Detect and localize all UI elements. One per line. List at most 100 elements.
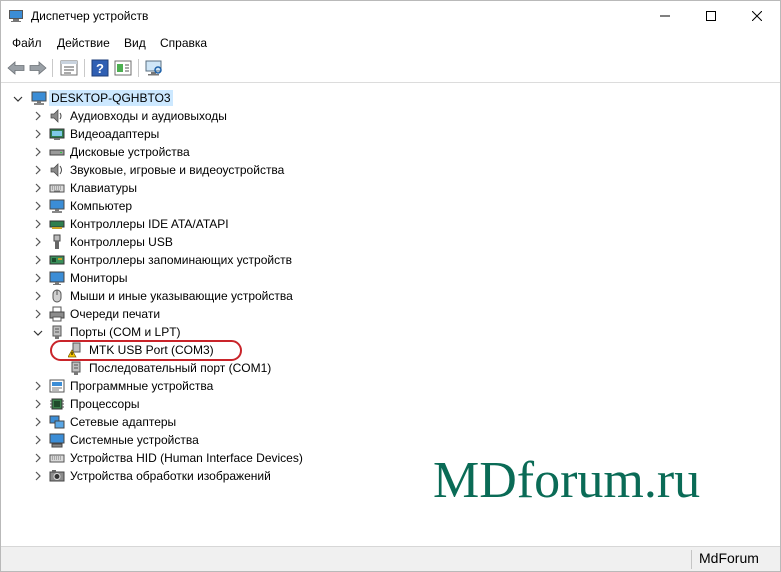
properties-icon[interactable] bbox=[59, 58, 79, 78]
storage-controller-icon bbox=[49, 255, 65, 265]
tree-item-keyboards[interactable]: Клавиатуры bbox=[1, 179, 501, 197]
chevron-right-icon[interactable] bbox=[33, 272, 43, 284]
chevron-right-icon[interactable] bbox=[33, 218, 43, 230]
chevron-right-icon[interactable] bbox=[33, 434, 43, 446]
chevron-right-icon[interactable] bbox=[33, 308, 43, 320]
tree-item-disk-drives[interactable]: Дисковые устройства bbox=[1, 143, 501, 161]
menu-action[interactable]: Действие bbox=[57, 36, 110, 50]
computer-icon bbox=[49, 199, 65, 213]
tree-item-label: Видеоадаптеры bbox=[70, 127, 160, 141]
tree-item-network-adapters[interactable]: Сетевые адаптеры bbox=[1, 413, 501, 431]
tree-item-label: Порты (COM и LPT) bbox=[70, 325, 181, 339]
chevron-right-icon[interactable] bbox=[33, 254, 43, 266]
toolbar-separator bbox=[52, 59, 53, 77]
tree-item-print-queues[interactable]: Очереди печати bbox=[1, 305, 501, 323]
tree-item-imaging-devices[interactable]: Устройства обработки изображений bbox=[1, 467, 501, 485]
tree-item-serial-port[interactable]: Последовательный порт (COM1) bbox=[1, 359, 501, 377]
tree-item-label: Системные устройства bbox=[70, 433, 199, 447]
tree-item-label: Контроллеры запоминающих устройств bbox=[70, 253, 292, 267]
update-driver-icon[interactable] bbox=[113, 58, 133, 78]
display-adapter-icon bbox=[49, 128, 65, 140]
minimize-button[interactable] bbox=[642, 1, 688, 32]
minimize-icon bbox=[660, 15, 670, 17]
scan-hardware-icon[interactable] bbox=[144, 58, 164, 78]
chevron-right-icon[interactable] bbox=[33, 398, 43, 410]
tree-item-label: Контроллеры USB bbox=[70, 235, 173, 249]
tree-item-hid[interactable]: Устройства HID (Human Interface Devices) bbox=[1, 449, 501, 467]
port-icon bbox=[52, 325, 62, 339]
device-manager-app-icon bbox=[9, 10, 23, 22]
tree-item-label: Программные устройства bbox=[70, 379, 214, 393]
tree-item-system-devices[interactable]: Системные устройства bbox=[1, 431, 501, 449]
menu-view[interactable]: Вид bbox=[124, 36, 146, 50]
system-device-icon bbox=[49, 433, 65, 448]
tree-item-computer[interactable]: Компьютер bbox=[1, 197, 501, 215]
tree-item-ide[interactable]: Контроллеры IDE ATA/ATAPI bbox=[1, 215, 501, 233]
tree-item-label: Сетевые адаптеры bbox=[70, 415, 177, 429]
status-separator bbox=[691, 550, 692, 569]
tree-root[interactable]: DESKTOP-QGHBTO3 bbox=[1, 89, 501, 107]
menu-help[interactable]: Справка bbox=[160, 36, 207, 50]
chevron-right-icon[interactable] bbox=[33, 200, 43, 212]
help-icon[interactable]: ? bbox=[90, 58, 110, 78]
tree-item-label: Компьютер bbox=[70, 199, 133, 213]
tree-item-label: Последовательный порт (COM1) bbox=[89, 361, 272, 375]
tree-item-sound[interactable]: Звуковые, игровые и видеоустройства bbox=[1, 161, 501, 179]
monitor-icon bbox=[49, 271, 65, 285]
speaker-icon bbox=[50, 109, 62, 123]
hid-icon bbox=[49, 454, 65, 463]
chevron-right-icon[interactable] bbox=[33, 290, 43, 302]
menu-file[interactable]: Файл bbox=[12, 36, 42, 50]
highlight-annotation bbox=[50, 340, 242, 361]
tree-item-usb[interactable]: Контроллеры USB bbox=[1, 233, 501, 251]
chevron-right-icon[interactable] bbox=[33, 128, 43, 140]
tree-item-ports[interactable]: Порты (COM и LPT) bbox=[1, 323, 501, 341]
tree-item-label: Очереди печати bbox=[70, 307, 161, 321]
forward-icon[interactable] bbox=[28, 58, 48, 78]
network-adapter-icon bbox=[49, 415, 65, 429]
tree-item-label: Дисковые устройства bbox=[70, 145, 190, 159]
device-manager-window: Диспетчер устройств Файл Действие Вид Сп… bbox=[0, 0, 781, 572]
chevron-right-icon[interactable] bbox=[33, 182, 43, 194]
toolbar-separator bbox=[84, 59, 85, 77]
status-bar: MdForum bbox=[1, 546, 780, 571]
tree-item-storage-controllers[interactable]: Контроллеры запоминающих устройств bbox=[1, 251, 501, 269]
chevron-right-icon[interactable] bbox=[33, 452, 43, 464]
tree-item-label: Контроллеры IDE ATA/ATAPI bbox=[70, 217, 229, 231]
menu-bar: Файл Действие Вид Справка bbox=[1, 32, 780, 54]
status-text: MdForum bbox=[699, 550, 759, 566]
tree-item-label: Клавиатуры bbox=[70, 181, 137, 195]
close-button[interactable] bbox=[734, 1, 780, 32]
disk-drive-icon bbox=[49, 149, 65, 156]
tree-item-display-adapters[interactable]: Видеоадаптеры bbox=[1, 125, 501, 143]
tree-item-processors[interactable]: Процессоры bbox=[1, 395, 501, 413]
svg-text:?: ? bbox=[96, 61, 104, 76]
tree-item-monitors[interactable]: Мониторы bbox=[1, 269, 501, 287]
watermark: MDforum.ru bbox=[433, 452, 701, 509]
chevron-right-icon[interactable] bbox=[33, 164, 43, 176]
chevron-down-icon[interactable] bbox=[33, 327, 43, 339]
printer-icon bbox=[49, 306, 65, 322]
tree-item-label: Устройства HID (Human Interface Devices) bbox=[70, 451, 303, 465]
tree-item-mice[interactable]: Мыши и иные указывающие устройства bbox=[1, 287, 501, 305]
maximize-button[interactable] bbox=[688, 1, 734, 32]
back-icon[interactable] bbox=[6, 58, 26, 78]
chevron-right-icon[interactable] bbox=[33, 146, 43, 158]
cpu-icon bbox=[50, 398, 64, 410]
title-bar[interactable]: Диспетчер устройств bbox=[1, 1, 780, 32]
window-title: Диспетчер устройств bbox=[31, 9, 149, 23]
chevron-right-icon[interactable] bbox=[33, 236, 43, 248]
mouse-icon bbox=[52, 289, 62, 303]
chevron-right-icon[interactable] bbox=[33, 470, 43, 482]
chevron-right-icon[interactable] bbox=[33, 110, 43, 122]
chevron-right-icon[interactable] bbox=[33, 416, 43, 428]
usb-icon bbox=[53, 234, 61, 249]
chevron-right-icon[interactable] bbox=[33, 380, 43, 392]
tree-item-label: Мыши и иные указывающие устройства bbox=[70, 289, 293, 303]
chevron-down-icon[interactable] bbox=[13, 93, 23, 105]
camera-icon bbox=[49, 470, 65, 482]
tree-item-label: Устройства обработки изображений bbox=[70, 469, 271, 483]
toolbar-separator bbox=[138, 59, 139, 77]
tree-item-audio[interactable]: Аудиовходы и аудиовыходы bbox=[1, 107, 501, 125]
tree-item-software-devices[interactable]: Программные устройства bbox=[1, 377, 501, 395]
